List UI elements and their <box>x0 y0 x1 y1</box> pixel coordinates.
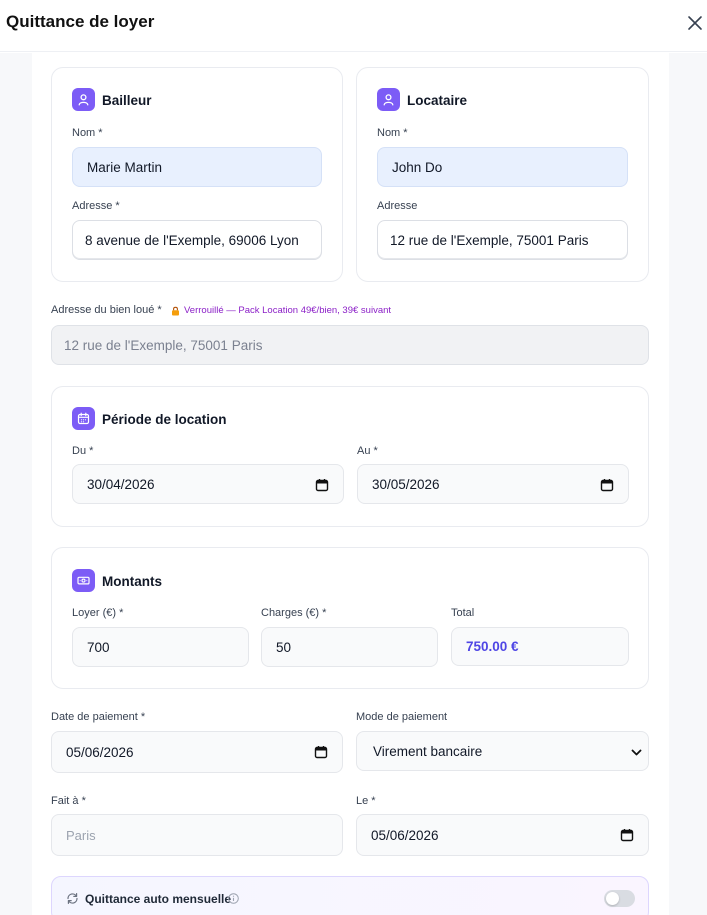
auto-receipt-label: Quittance auto mensuelle <box>85 892 232 906</box>
rent-label: Loyer (€) * <box>72 607 124 619</box>
backdrop-left <box>0 53 32 915</box>
total-label: Total <box>451 607 475 619</box>
bailleur-name-label: Nom * <box>72 127 103 139</box>
amounts-title: Montants <box>102 574 162 589</box>
payment-mode-select[interactable]: Virement bancaire <box>356 731 649 771</box>
lock-note-text: Verrouillé — Pack Location 49€/bien, 39€… <box>184 305 392 316</box>
bailleur-card: Bailleur Nom * Marie Martin Adresse * 8 … <box>51 67 343 282</box>
period-from-value: 30/04/2026 <box>87 476 155 492</box>
property-address-input: 12 rue de l'Exemple, 75001 Paris <box>51 325 649 365</box>
calendar-picker-icon[interactable] <box>314 745 328 759</box>
toggle-knob <box>606 892 619 905</box>
calendar-picker-icon[interactable] <box>620 828 634 842</box>
place-label: Fait à * <box>51 795 86 807</box>
locataire-address-label: Adresse <box>377 200 418 212</box>
calendar-icon <box>72 407 95 430</box>
signature-date-input[interactable]: 05/06/2026 <box>356 814 649 856</box>
auto-receipt-box: Quittance auto mensuelle <box>51 876 649 915</box>
signature-date-label: Le * <box>356 795 376 807</box>
payment-date-value: 05/06/2026 <box>66 744 134 760</box>
user-icon <box>72 88 95 111</box>
period-from-label: Du * <box>72 445 94 457</box>
payment-mode-label: Mode de paiement <box>356 711 448 723</box>
total-value: 750.00 € <box>451 627 629 666</box>
dialog-header: Quittance de loyer <box>0 0 707 52</box>
amounts-card: Montants Loyer (€) * 700 Charges (€) * 5… <box>51 547 649 689</box>
property-address-label: Adresse du bien loué * <box>51 304 162 316</box>
locataire-card: Locataire Nom * John Do Adresse 12 rue d… <box>356 67 649 282</box>
period-title: Période de location <box>102 412 227 427</box>
place-input[interactable]: Paris <box>51 814 343 856</box>
chevron-down-icon <box>631 749 642 756</box>
period-to-input[interactable]: 30/05/2026 <box>357 464 629 504</box>
close-icon[interactable] <box>684 12 706 34</box>
refresh-icon <box>67 893 78 904</box>
locataire-title: Locataire <box>407 93 468 108</box>
lock-note: Verrouillé — Pack Location 49€/bien, 39€… <box>171 305 391 316</box>
bailleur-address-label: Adresse * <box>72 200 120 212</box>
bailleur-name-input[interactable]: Marie Martin <box>72 147 322 187</box>
bailleur-title: Bailleur <box>102 93 152 108</box>
rent-input[interactable]: 700 <box>72 627 249 667</box>
money-icon <box>72 569 95 592</box>
locataire-name-input[interactable]: John Do <box>377 147 628 187</box>
auto-receipt-toggle[interactable] <box>604 890 635 907</box>
locataire-address-input[interactable]: 12 rue de l'Exemple, 75001 Paris <box>377 220 628 260</box>
calendar-picker-icon[interactable] <box>600 478 614 492</box>
charges-input[interactable]: 50 <box>261 627 438 667</box>
period-to-value: 30/05/2026 <box>372 476 440 492</box>
info-icon[interactable] <box>228 893 239 904</box>
locataire-name-label: Nom * <box>377 127 408 139</box>
period-card: Période de location Du * 30/04/2026 Au *… <box>51 386 649 527</box>
user-icon <box>377 88 400 111</box>
bailleur-address-input[interactable]: 8 avenue de l'Exemple, 69006 Lyon <box>72 220 322 260</box>
calendar-picker-icon[interactable] <box>315 478 329 492</box>
payment-date-input[interactable]: 05/06/2026 <box>51 731 343 773</box>
backdrop-right <box>669 53 707 915</box>
period-to-label: Au * <box>357 445 378 457</box>
lock-icon <box>172 306 179 315</box>
charges-label: Charges (€) * <box>261 607 327 619</box>
payment-mode-value: Virement bancaire <box>373 743 483 759</box>
period-from-input[interactable]: 30/04/2026 <box>72 464 344 504</box>
dialog-title: Quittance de loyer <box>6 12 155 31</box>
payment-date-label: Date de paiement * <box>51 711 146 723</box>
signature-date-value: 05/06/2026 <box>371 827 439 843</box>
